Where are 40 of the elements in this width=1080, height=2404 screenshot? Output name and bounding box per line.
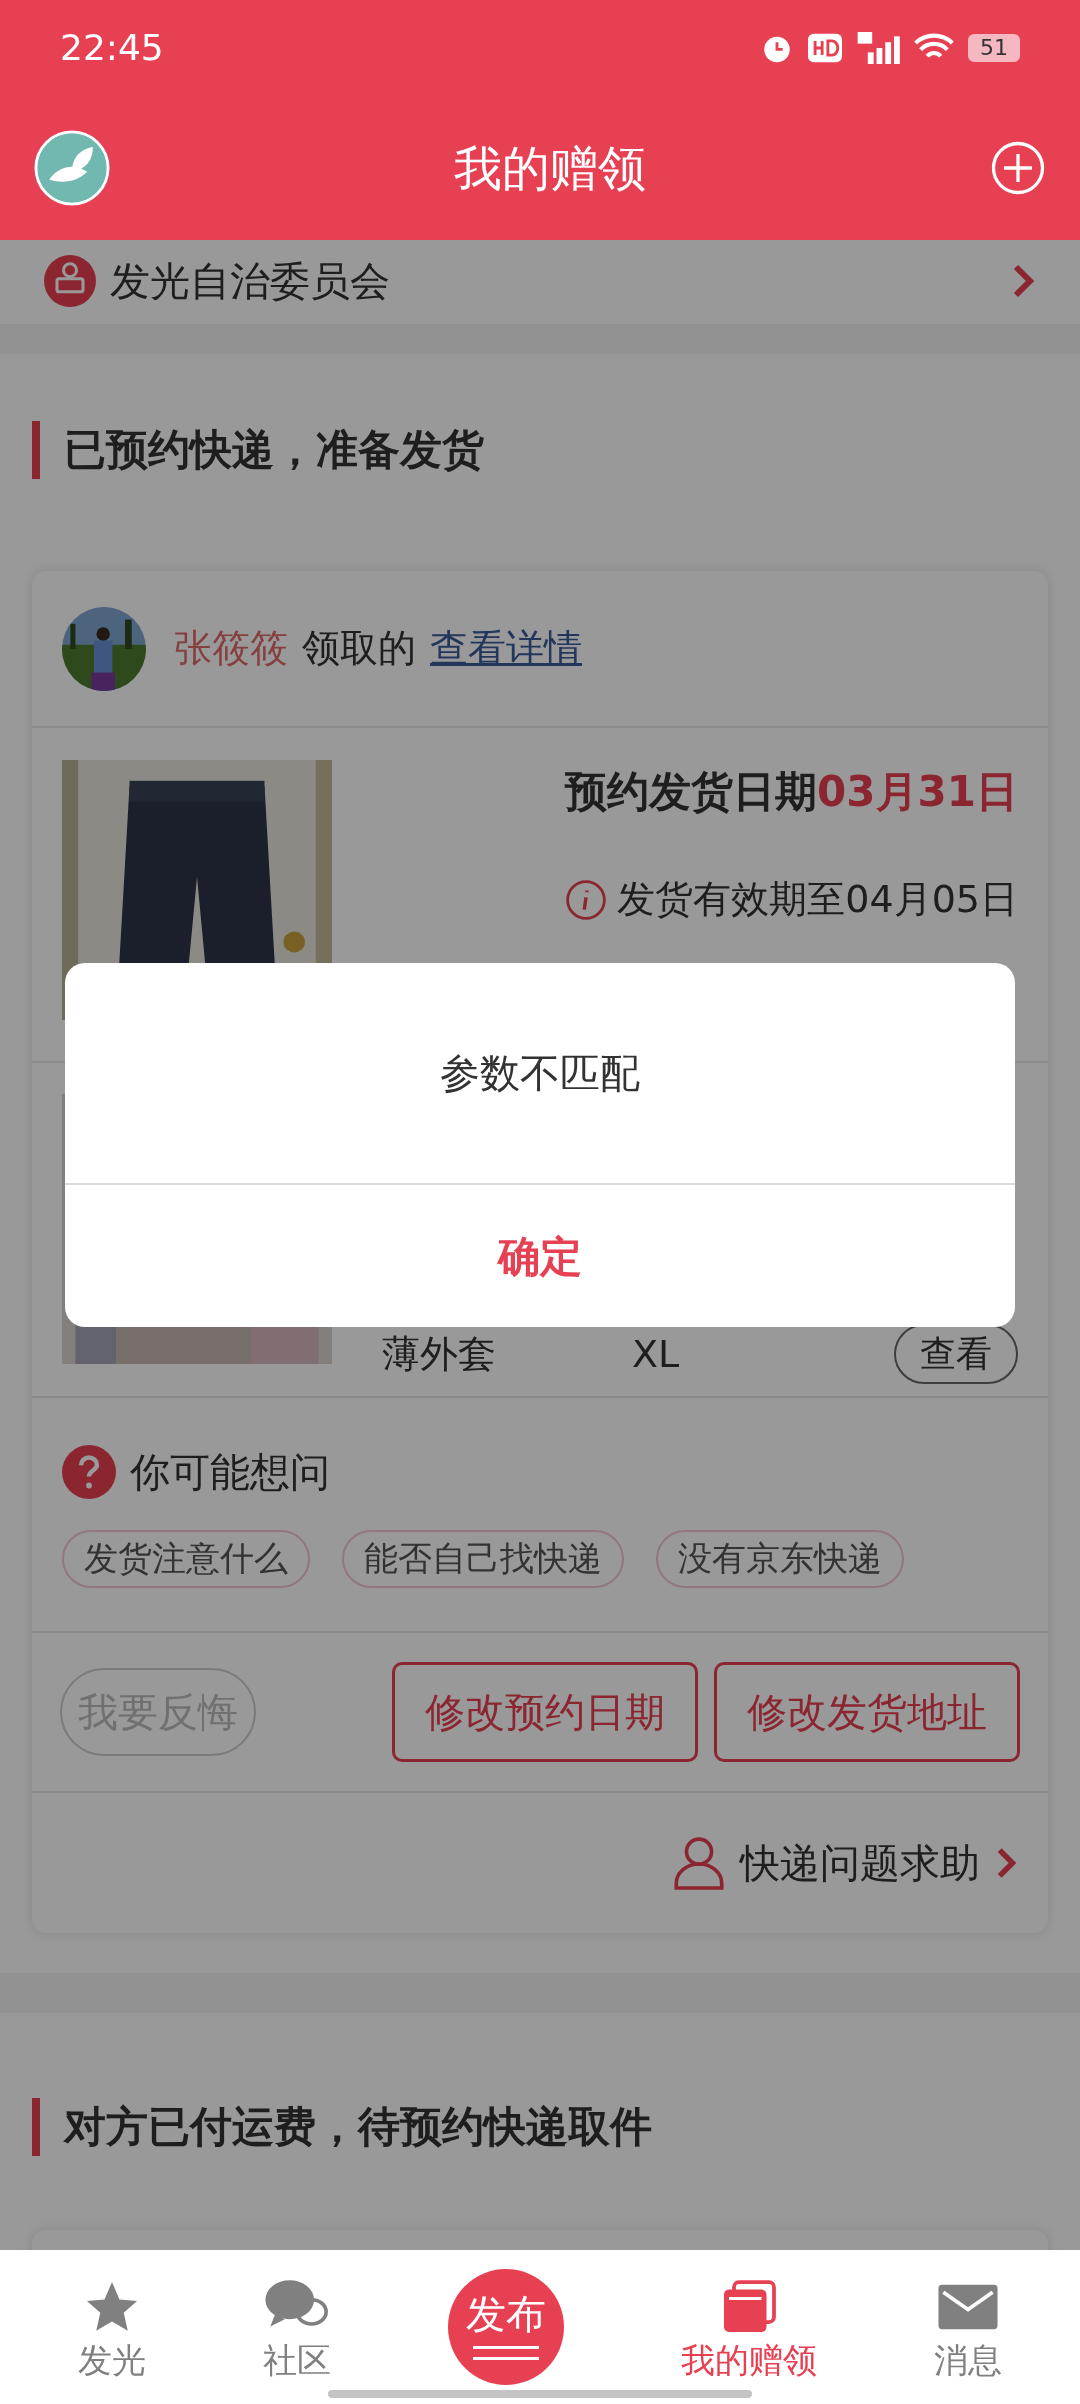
battery-icon: 51 (968, 33, 1020, 62)
nav-tab[interactable]: 社区 (263, 2277, 332, 2377)
info-icon (565, 878, 608, 921)
faq-title: 你可能想问 (130, 1447, 330, 1497)
validity-text: 发货有效期至04月05日 (617, 876, 1018, 923)
claimer-name: 张筱筱 (174, 625, 288, 672)
section-accent-bar (32, 420, 40, 479)
section-accent-bar (32, 2097, 40, 2156)
faq-chip[interactable]: 发货注意什么 (62, 1529, 310, 1588)
faq-chip[interactable]: 能否自己找快递 (342, 1529, 624, 1588)
ship-date: 03月31日 (817, 766, 1018, 818)
item-name: 薄外套 (382, 1330, 497, 1378)
group-name[interactable]: 发光自治委员会 (110, 251, 390, 311)
nav-tab[interactable]: 消息 (933, 2277, 1002, 2377)
person-icon (674, 1835, 724, 1891)
chevron-right-icon[interactable] (1012, 263, 1036, 299)
chevron-right-icon[interactable] (996, 1846, 1018, 1880)
section-heading: 对方已付运费，待预约快递取件 (64, 2101, 652, 2153)
claim-text: 领取的 (302, 625, 416, 672)
nav-tab[interactable]: 我的赠领 (680, 2277, 817, 2377)
group-icon (44, 255, 96, 307)
add-icon[interactable] (990, 139, 1046, 196)
confirm-button[interactable]: 确定 (478, 1224, 602, 1288)
status-time: 22:45 (60, 25, 164, 70)
signal-icon (856, 31, 900, 64)
leaf-logo-icon (34, 129, 110, 206)
section-heading: 已预约快递，准备发货 (64, 424, 484, 476)
action-button[interactable]: 修改发货地址 (714, 1662, 1020, 1762)
item-size: XL (632, 1330, 681, 1378)
hd-icon (808, 32, 842, 63)
dialog-message: 参数不匹配 (440, 1049, 640, 1098)
details-link[interactable]: 查看详情 (430, 620, 582, 677)
help-link[interactable]: 快递问题求助 (740, 1833, 980, 1893)
question-icon (62, 1444, 116, 1499)
nav-tab[interactable]: 发光 (78, 2277, 147, 2377)
page-title: 我的赠领 (454, 138, 646, 198)
action-button[interactable]: 修改预约日期 (392, 1662, 698, 1762)
ship-date-label: 预约发货日期 (565, 766, 818, 818)
publish-button[interactable]: 发布 (448, 2269, 564, 2385)
faq-chip[interactable]: 没有京东快递 (656, 1529, 904, 1588)
